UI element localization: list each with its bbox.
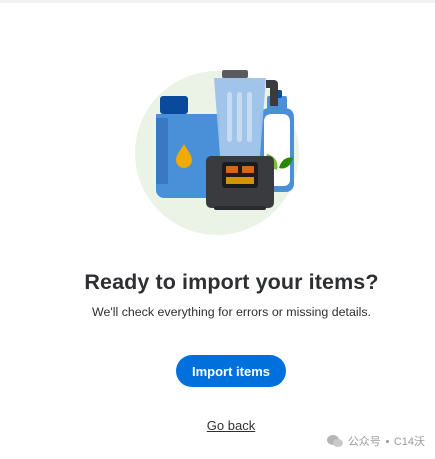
top-divider [0,0,435,3]
import-items-illustration [135,70,299,235]
go-back-link[interactable]: Go back [190,418,272,433]
watermark: 公众号 C14沃 [326,433,425,449]
watermark-channel: 公众号 [347,436,381,448]
page-subtitle: We'll check everything for errors or mis… [92,305,371,319]
display-panel [222,162,258,188]
watermark-name: C14沃 [393,436,425,448]
page-title: Ready to import your items? [84,270,379,294]
separator-dot [385,439,389,443]
wechat-icon [326,435,343,447]
import-items-button[interactable]: Import items [176,355,286,387]
